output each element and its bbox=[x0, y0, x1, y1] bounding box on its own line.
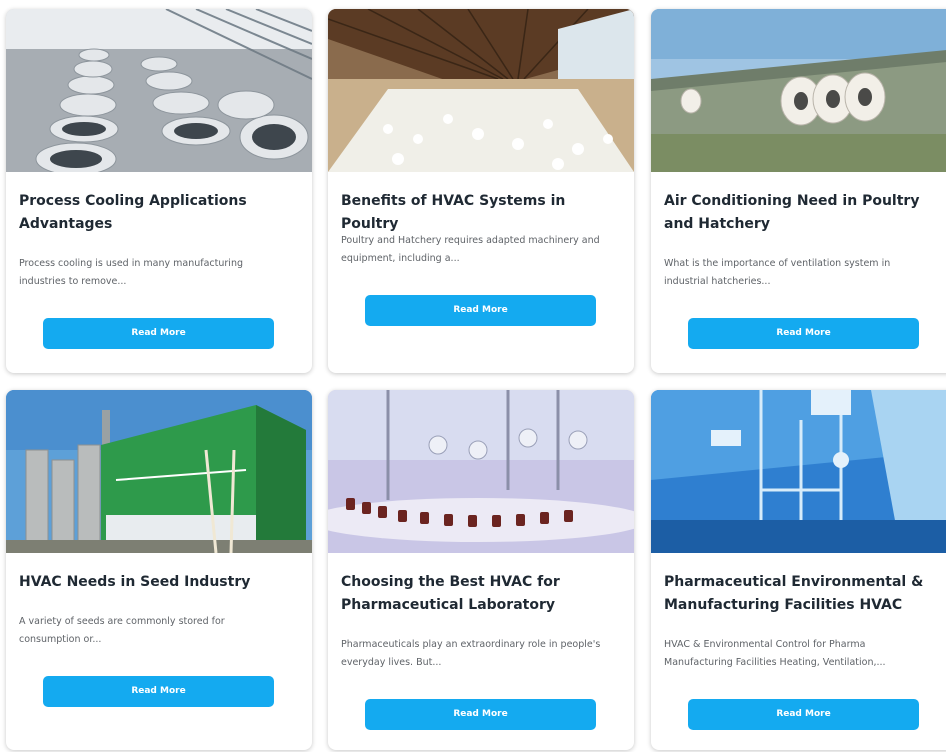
read-more-button[interactable]: Read More bbox=[688, 699, 919, 730]
cooling-towers-image[interactable] bbox=[6, 9, 312, 172]
exhaust-fans-building-image[interactable] bbox=[651, 9, 946, 172]
blog-card[interactable]: HVAC Needs in Seed Industry A variety of… bbox=[6, 390, 312, 750]
read-more-button[interactable]: Read More bbox=[365, 295, 596, 326]
pharma-cleanroom-image[interactable] bbox=[651, 390, 946, 553]
card-excerpt: Poultry and Hatchery requires adapted ma… bbox=[341, 235, 600, 264]
card-title[interactable]: Pharmaceutical Environmental & Manufactu… bbox=[664, 571, 946, 617]
card-title[interactable]: Process Cooling Applications Advantages bbox=[19, 190, 301, 236]
pharma-bottling-line-image[interactable] bbox=[328, 390, 634, 553]
card-excerpt: Process cooling is used in many manufact… bbox=[19, 258, 243, 287]
blog-card[interactable]: Air Conditioning Need in Poultry and Hat… bbox=[651, 9, 946, 373]
blog-card[interactable]: Pharmaceutical Environmental & Manufactu… bbox=[651, 390, 946, 750]
blog-card[interactable]: Benefits of HVAC Systems in Poultry Poul… bbox=[328, 9, 634, 373]
card-title[interactable]: Choosing the Best HVAC for Pharmaceutica… bbox=[341, 571, 623, 617]
card-excerpt: A variety of seeds are commonly stored f… bbox=[19, 616, 225, 645]
blog-card[interactable]: Process Cooling Applications Advantages … bbox=[6, 9, 312, 373]
read-more-button[interactable]: Read More bbox=[365, 699, 596, 730]
blog-card[interactable]: Choosing the Best HVAC for Pharmaceutica… bbox=[328, 390, 634, 750]
card-excerpt: Pharmaceuticals play an extraordinary ro… bbox=[341, 639, 601, 668]
card-title[interactable]: Air Conditioning Need in Poultry and Hat… bbox=[664, 190, 946, 236]
card-title[interactable]: HVAC Needs in Seed Industry bbox=[19, 571, 301, 594]
blog-card-grid: Process Cooling Applications Advantages … bbox=[0, 0, 946, 752]
card-excerpt: HVAC & Environmental Control for Pharma … bbox=[664, 639, 886, 668]
poultry-house-image[interactable] bbox=[328, 9, 634, 172]
read-more-button[interactable]: Read More bbox=[688, 318, 919, 349]
read-more-button[interactable]: Read More bbox=[43, 318, 274, 349]
grain-silo-facility-image[interactable] bbox=[6, 390, 312, 553]
card-excerpt: What is the importance of ventilation sy… bbox=[664, 258, 891, 287]
read-more-button[interactable]: Read More bbox=[43, 676, 274, 707]
card-title[interactable]: Benefits of HVAC Systems in Poultry bbox=[341, 190, 623, 236]
